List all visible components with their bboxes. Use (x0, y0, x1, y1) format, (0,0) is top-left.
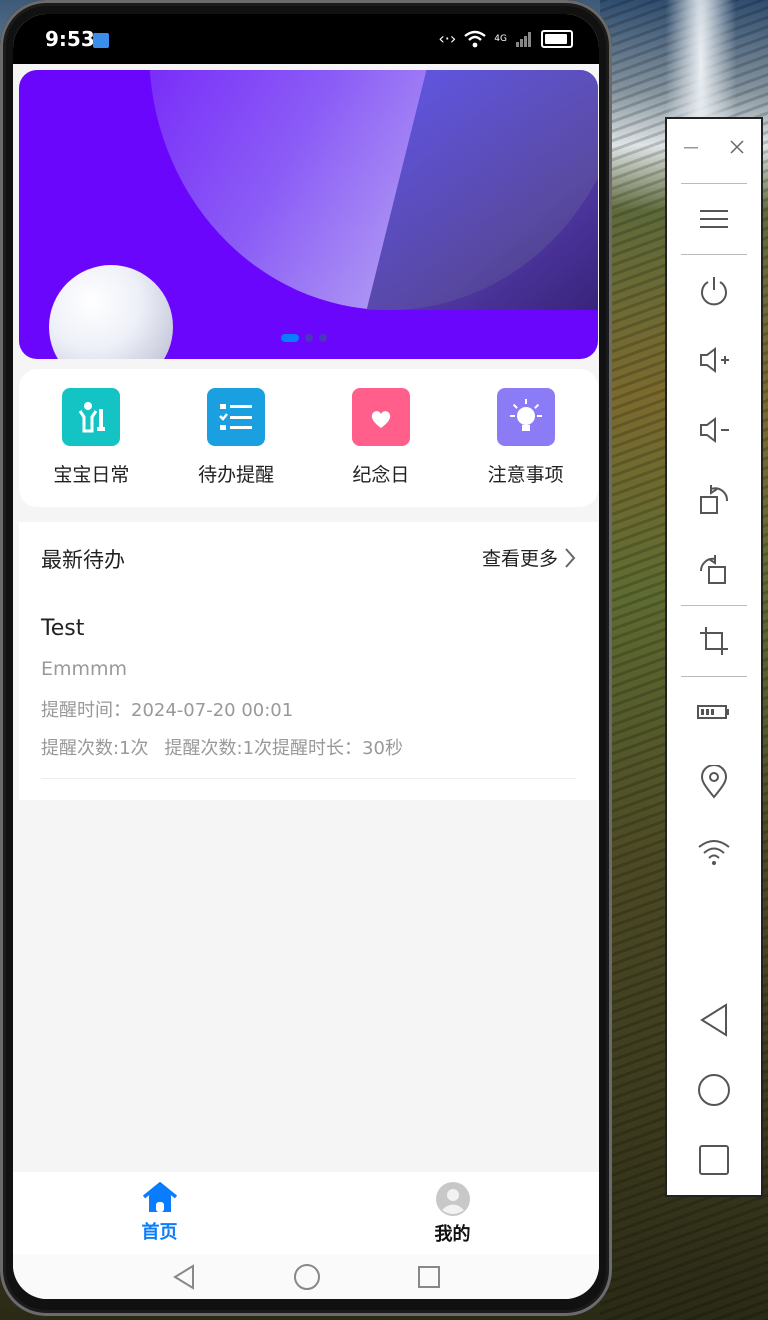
shortcut-baby-daily[interactable]: 宝宝日常 (19, 369, 164, 507)
shortcut-notes[interactable]: 注意事项 (453, 369, 598, 507)
overview-icon (699, 1145, 729, 1175)
volume-down-button[interactable] (667, 395, 761, 465)
minimize-icon[interactable] (683, 139, 699, 155)
home-page: 宝宝日常 待办提醒 纪念日 注意事项 最新待办 查看更多 Test Emmmm … (13, 64, 599, 1172)
rotate-right-icon (699, 555, 726, 584)
overview-icon[interactable] (417, 1265, 441, 1289)
home-circle-icon[interactable] (293, 1263, 321, 1291)
back-button[interactable] (667, 985, 761, 1055)
tab-label: 首页 (141, 1222, 178, 1243)
shortcut-label: 宝宝日常 (53, 464, 130, 486)
rotate-right-button[interactable] (667, 535, 761, 605)
tab-label: 我的 (434, 1224, 471, 1245)
data-transfer-icon: ‹·› (438, 29, 457, 48)
shortcut-label: 注意事项 (487, 464, 564, 486)
menu-button[interactable] (667, 184, 761, 254)
checklist-icon (207, 388, 266, 446)
latest-todos-card: 最新待办 查看更多 Test Emmmm 提醒时间：2024-07-20 00:… (19, 522, 598, 800)
power-icon (701, 277, 727, 306)
todo-reminder-count-duration: 提醒次数:1次提醒时长：30秒 (164, 738, 403, 759)
shortcut-label: 纪念日 (352, 464, 410, 486)
cell-signal-icon (516, 31, 531, 47)
todo-meta: 提醒次数:1次 提醒次数:1次提醒时长：30秒 (41, 734, 403, 760)
android-notification-icon (93, 33, 109, 48)
back-icon (700, 1003, 727, 1037)
volume-down-icon (700, 417, 729, 443)
tab-home[interactable]: 首页 (13, 1172, 306, 1254)
lightbulb-icon (496, 388, 555, 446)
system-nav-bar (13, 1254, 599, 1299)
bottom-tab-bar: 首页 我的 (13, 1172, 599, 1254)
home-icon (142, 1182, 177, 1212)
network-type-label: 4G (494, 33, 507, 44)
wifi-button[interactable] (667, 817, 761, 887)
view-more-label: 查看更多 (481, 548, 558, 570)
wifi-signal-icon (464, 30, 487, 47)
banner-sphere-graphic (49, 265, 173, 359)
location-button[interactable] (667, 747, 761, 817)
carousel-dot[interactable] (305, 334, 313, 342)
todo-divider (41, 778, 576, 779)
battery-icon (697, 705, 729, 719)
todo-reminder-count: 提醒次数:1次 (41, 738, 149, 759)
carousel-dot[interactable] (319, 334, 327, 342)
emulator-toolbar (665, 117, 763, 1197)
crop-icon (700, 627, 728, 655)
overview-button[interactable] (667, 1125, 761, 1195)
home-button[interactable] (667, 1055, 761, 1125)
screenshot-button[interactable] (667, 606, 761, 676)
baby-icon (62, 388, 121, 446)
chevron-right-icon (565, 547, 576, 568)
wifi-icon (698, 840, 730, 865)
status-bar: 9:53 ‹·› 4G (13, 14, 599, 64)
todo-description: Emmmm (41, 658, 128, 680)
close-icon[interactable] (729, 139, 745, 155)
shortcut-todo-reminder[interactable]: 待办提醒 (164, 369, 309, 507)
location-icon (700, 765, 728, 799)
shortcut-grid: 宝宝日常 待办提醒 纪念日 注意事项 (19, 369, 598, 507)
battery-icon (541, 29, 573, 48)
menu-icon (700, 210, 728, 228)
power-button[interactable] (667, 255, 761, 325)
banner-carousel[interactable] (19, 70, 598, 359)
phone-screen: 9:53 ‹·› 4G 宝宝日常 待办提醒 纪念日 注意事项 最新待办 查看更多… (13, 14, 599, 1299)
view-more-link[interactable]: 查看更多 (482, 544, 576, 571)
section-title: 最新待办 (41, 548, 125, 572)
shortcut-label: 待办提醒 (198, 464, 275, 486)
todo-reminder-time: 提醒时间：2024-07-20 00:01 (41, 700, 294, 721)
status-time: 9:53 (45, 27, 95, 51)
home-circle-icon (698, 1074, 730, 1106)
back-icon[interactable] (171, 1263, 197, 1290)
shortcut-anniversary[interactable]: 纪念日 (309, 369, 454, 507)
rotate-left-icon (700, 485, 728, 514)
tab-profile[interactable]: 我的 (306, 1172, 599, 1254)
rotate-left-button[interactable] (667, 465, 761, 535)
volume-up-icon (700, 347, 729, 373)
carousel-dot-active[interactable] (281, 334, 299, 342)
phone-frame: 9:53 ‹·› 4G 宝宝日常 待办提醒 纪念日 注意事项 最新待办 查看更多… (0, 0, 612, 1316)
todo-title: Test (41, 616, 85, 641)
user-avatar-icon (435, 1182, 470, 1216)
calendar-heart-icon (351, 388, 410, 446)
carousel-indicator (281, 334, 327, 342)
battery-button[interactable] (667, 677, 761, 747)
volume-up-button[interactable] (667, 325, 761, 395)
